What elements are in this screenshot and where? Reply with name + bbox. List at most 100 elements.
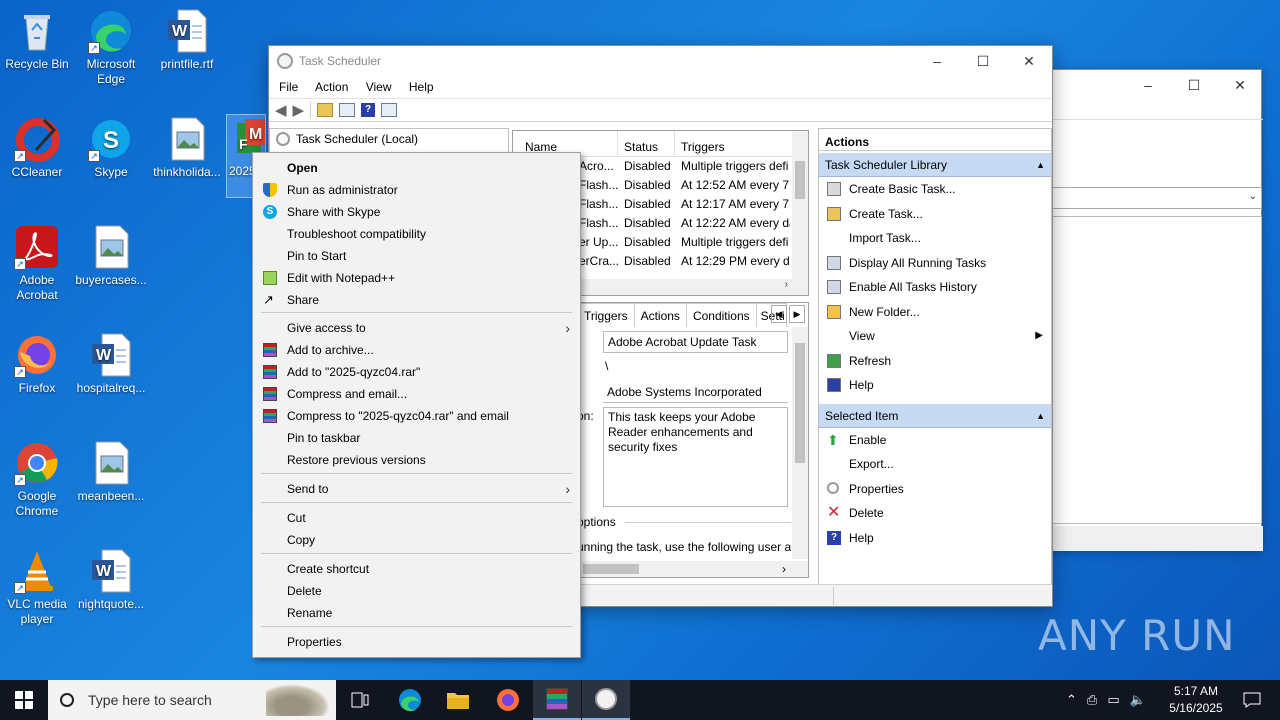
collapse-arrow-icon[interactable]: ▲ xyxy=(1036,153,1045,176)
maximize-button[interactable]: ☐ xyxy=(1171,70,1217,100)
selected-action-enable[interactable]: ⬆ Enable xyxy=(819,428,1051,453)
background-window[interactable]: – ☐ ✕ ⌄ xyxy=(1040,69,1263,551)
context-menu-item-run-as-administrator[interactable]: Run as administrator xyxy=(253,179,580,201)
help-icon[interactable]: ? xyxy=(361,103,376,117)
desktop-icon-nightquote[interactable]: W nightquote... xyxy=(74,548,148,612)
context-menu-item-cut[interactable]: Cut xyxy=(253,507,580,529)
context-menu-item-create-shortcut[interactable]: Create shortcut xyxy=(253,558,580,580)
desktop-icon-buyercases[interactable]: buyercases... xyxy=(74,224,148,288)
column-status[interactable]: Status xyxy=(618,131,675,156)
action-create-task[interactable]: Create Task... xyxy=(819,202,1051,227)
context-menu-item-properties[interactable]: Properties xyxy=(253,631,580,653)
context-menu-item-edit-with-notepad[interactable]: Edit with Notepad++ xyxy=(253,267,580,289)
context-menu-item-add-to-2025-qyzc04-rar[interactable]: Add to "2025-qyzc04.rar" xyxy=(253,361,580,383)
show-hide-tree-icon[interactable] xyxy=(339,103,356,117)
context-menu-item-pin-to-start[interactable]: Pin to Start xyxy=(253,245,580,267)
folder-up-icon[interactable] xyxy=(317,103,334,117)
taskbar-file-explorer[interactable] xyxy=(434,680,482,720)
image-file-icon xyxy=(164,116,210,162)
forward-arrow-icon[interactable]: ▶ xyxy=(293,101,305,119)
vertical-scrollbar[interactable] xyxy=(792,327,808,559)
action-import-task[interactable]: Import Task... xyxy=(819,226,1051,251)
column-triggers[interactable]: Triggers xyxy=(675,131,795,156)
taskbar-task-scheduler[interactable] xyxy=(582,680,630,720)
notification-center-button[interactable] xyxy=(1228,680,1276,720)
menu-help[interactable]: Help xyxy=(409,80,434,94)
selected-action-export[interactable]: Export... xyxy=(819,452,1051,477)
tab-actions[interactable]: Actions xyxy=(634,303,687,327)
context-menu-item-give-access-to[interactable]: Give access to › xyxy=(253,317,580,339)
taskbar-winrar[interactable] xyxy=(533,680,581,720)
close-button[interactable]: ✕ xyxy=(1006,46,1052,76)
title-bar[interactable]: Task Scheduler – ☐ ✕ xyxy=(269,46,1052,76)
tab-scroll-buttons[interactable]: ◀ ▶ xyxy=(771,305,805,323)
chevron-up-icon[interactable]: ⌃ xyxy=(1066,692,1077,708)
context-menu-item-share-with-skype[interactable]: S Share with Skype xyxy=(253,201,580,223)
start-button[interactable] xyxy=(0,680,48,720)
description-field[interactable]: This task keeps your Adobe Reader enhanc… xyxy=(603,407,788,507)
context-menu-item-compress-to-2025-qyzc04-rar-and-email[interactable]: Compress to "2025-qyzc04.rar" and email xyxy=(253,405,580,427)
network-icon[interactable]: ▭ xyxy=(1107,692,1119,708)
context-menu-item-add-to-archive[interactable]: Add to archive... xyxy=(253,339,580,361)
clock[interactable]: 5:17 AM 5/16/2025 xyxy=(1160,683,1232,717)
desktop-icon-skype[interactable]: S ↗ Skype xyxy=(74,116,148,180)
context-menu-item-open[interactable]: Open xyxy=(253,157,580,179)
desktop-icon-firefox[interactable]: ↗ Firefox xyxy=(0,332,74,396)
minimize-button[interactable]: – xyxy=(1125,70,1171,100)
action-help[interactable]: Help xyxy=(819,373,1051,398)
author-field[interactable]: Adobe Systems Incorporated xyxy=(603,381,788,403)
menu-file[interactable]: File xyxy=(279,80,298,94)
selected-item-section-header[interactable]: Selected Item ▲ xyxy=(819,403,1051,428)
context-menu-item-restore-previous-versions[interactable]: Restore previous versions xyxy=(253,449,580,471)
context-menu-item-troubleshoot-compatibility[interactable]: Troubleshoot compatibility xyxy=(253,223,580,245)
desktop-icon-vlc[interactable]: ↗ VLC media player xyxy=(0,548,74,627)
menu-view[interactable]: View xyxy=(366,80,392,94)
action-view[interactable]: View ▶ xyxy=(819,324,1051,349)
vertical-scrollbar[interactable] xyxy=(792,131,808,281)
task-view-button[interactable] xyxy=(336,680,384,720)
context-menu-item-send-to[interactable]: Send to › xyxy=(253,478,580,500)
show-action-pane-icon[interactable] xyxy=(381,103,398,117)
desktop-icon-chrome[interactable]: ↗ Google Chrome xyxy=(0,440,74,519)
minimize-button[interactable]: – xyxy=(914,46,960,76)
desktop-icon-adobe-acrobat[interactable]: ↗ Adobe Acrobat xyxy=(0,224,74,303)
task-name-field[interactable]: Adobe Acrobat Update Task xyxy=(603,331,788,353)
desktop-icon-edge[interactable]: ↗ Microsoft Edge xyxy=(74,8,148,87)
action-display-all-running-tasks[interactable]: Display All Running Tasks xyxy=(819,251,1051,276)
maximize-button[interactable]: ☐ xyxy=(960,46,1006,76)
desktop-icon-meanbeen[interactable]: meanbeen... xyxy=(74,440,148,504)
close-button[interactable]: ✕ xyxy=(1217,70,1263,100)
desktop-icon-recycle-bin[interactable]: Recycle Bin xyxy=(0,8,74,72)
tab-conditions[interactable]: Conditions xyxy=(686,303,757,327)
network-device-icon[interactable]: ⎙ xyxy=(1087,692,1097,708)
collapse-arrow-icon[interactable]: ▲ xyxy=(1036,404,1045,427)
desktop-icon-thinkholiday[interactable]: thinkholida... xyxy=(150,116,224,180)
action-refresh[interactable]: Refresh xyxy=(819,349,1051,374)
desktop-icon-printfile[interactable]: W printfile.rtf xyxy=(150,8,224,72)
context-menu-item-copy[interactable]: Copy xyxy=(253,529,580,551)
tab-triggers[interactable]: Triggers xyxy=(577,303,635,327)
action-new-folder[interactable]: New Folder... xyxy=(819,300,1051,325)
tree-item-root[interactable]: Task Scheduler (Local) xyxy=(270,129,508,149)
volume-icon[interactable]: 🔈 xyxy=(1130,692,1146,708)
library-section-header[interactable]: Task Scheduler Library ▲ xyxy=(819,153,1051,177)
back-arrow-icon[interactable]: ◀ xyxy=(275,101,287,119)
menu-action[interactable]: Action xyxy=(315,80,348,94)
context-menu-item-pin-to-taskbar[interactable]: Pin to taskbar xyxy=(253,427,580,449)
context-menu-item-share[interactable]: ↗ Share xyxy=(253,289,580,311)
context-menu-item-compress-and-email[interactable]: Compress and email... xyxy=(253,383,580,405)
search-box[interactable]: Type here to search xyxy=(48,680,336,720)
address-dropdown[interactable]: ⌄ xyxy=(1041,187,1262,209)
context-menu-item-delete[interactable]: Delete xyxy=(253,580,580,602)
desktop-icon-hospitalreq[interactable]: W hospitalreq... xyxy=(74,332,148,396)
taskbar-edge[interactable] xyxy=(386,680,434,720)
desktop-icon-ccleaner[interactable]: ↗ CCleaner xyxy=(0,116,74,180)
selected-action-help[interactable]: ? Help xyxy=(819,526,1051,551)
selected-action-delete[interactable]: ✕ Delete xyxy=(819,501,1051,526)
recycle-bin-icon xyxy=(14,8,60,54)
taskbar-firefox[interactable] xyxy=(484,680,532,720)
action-enable-all-tasks-history[interactable]: Enable All Tasks History xyxy=(819,275,1051,300)
action-create-basic-task[interactable]: Create Basic Task... xyxy=(819,177,1051,202)
context-menu-item-rename[interactable]: Rename xyxy=(253,602,580,624)
selected-action-properties[interactable]: Properties xyxy=(819,477,1051,502)
